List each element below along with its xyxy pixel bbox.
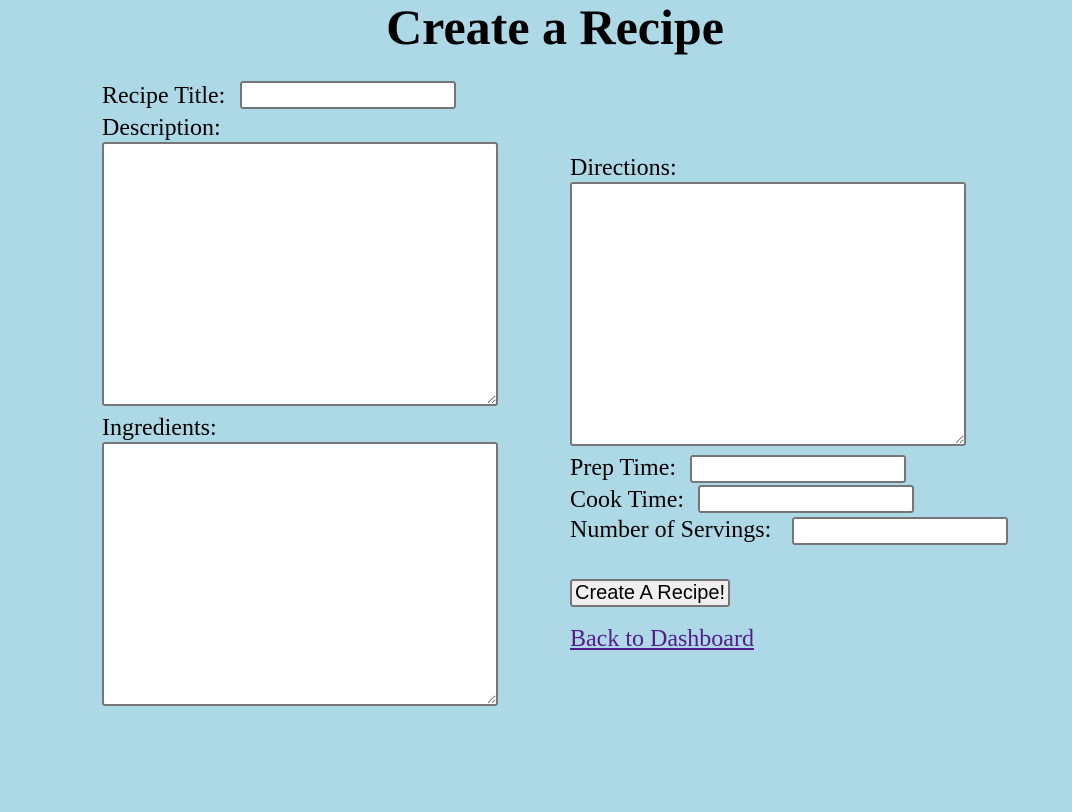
recipe-title-label: Recipe Title: bbox=[102, 83, 226, 109]
servings-input[interactable] bbox=[792, 517, 1008, 545]
description-textarea[interactable] bbox=[102, 142, 498, 406]
directions-label: Directions: bbox=[570, 155, 677, 181]
description-label: Description: bbox=[102, 115, 221, 141]
prep-time-input[interactable] bbox=[690, 455, 906, 483]
prep-time-label: Prep Time: bbox=[570, 455, 677, 481]
ingredients-label: Ingredients: bbox=[102, 415, 217, 441]
page-title: Create a Recipe bbox=[386, 0, 724, 55]
ingredients-textarea[interactable] bbox=[102, 442, 498, 706]
directions-textarea[interactable] bbox=[570, 182, 966, 446]
cook-time-input[interactable] bbox=[698, 485, 914, 513]
back-to-dashboard-link[interactable]: Back to Dashboard bbox=[570, 625, 754, 653]
recipe-title-input[interactable] bbox=[240, 81, 456, 109]
cook-time-label: Cook Time: bbox=[570, 487, 685, 513]
create-recipe-button[interactable]: Create A Recipe! bbox=[570, 579, 731, 607]
servings-label: Number of Servings: bbox=[570, 517, 772, 543]
